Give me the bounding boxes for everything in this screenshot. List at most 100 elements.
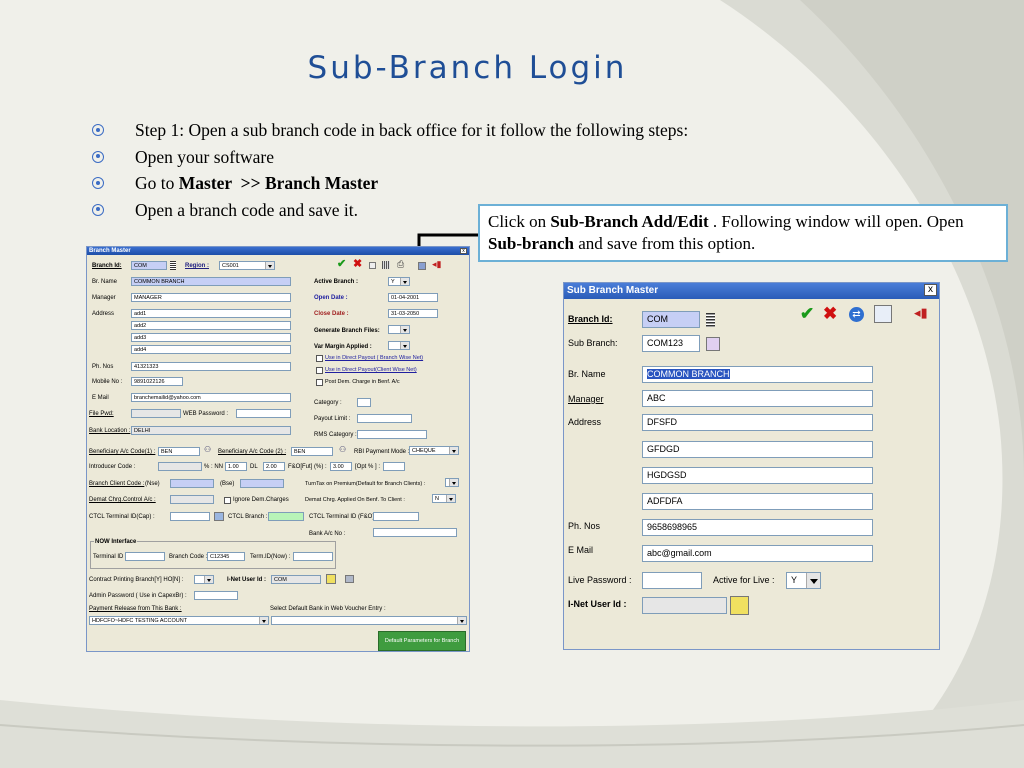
direct-payout-client-checkbox[interactable]	[316, 367, 323, 374]
region-select[interactable]: CS001	[219, 261, 275, 270]
turntax-select[interactable]	[445, 478, 459, 487]
manager-input[interactable]: MANAGER	[131, 293, 291, 302]
bank-ac-input[interactable]	[373, 528, 457, 537]
region-value: CS001	[222, 263, 239, 269]
term-id-now-input[interactable]	[293, 552, 333, 561]
address-line-4[interactable]: add4	[131, 345, 291, 354]
check-icon[interactable]: ✔	[800, 305, 814, 322]
lookup-icon[interactable]	[706, 337, 720, 351]
file-pwd-label: File Pwd:	[89, 411, 114, 417]
sb-live-password-input[interactable]	[642, 572, 702, 589]
user-lookup-icon[interactable]	[326, 574, 336, 584]
payment-bank-select[interactable]: HDFCFO~HDFC TESTING ACCOUNT	[89, 616, 269, 625]
sb-manager-input[interactable]: ABC	[642, 390, 873, 407]
check-icon[interactable]: ✔	[337, 259, 346, 270]
document-icon[interactable]	[369, 262, 376, 269]
ph-nos-input[interactable]: 41321323	[131, 362, 291, 371]
file-pwd-input[interactable]	[131, 409, 181, 418]
default-parameters-button[interactable]: Default Parameters for Branch	[378, 631, 466, 651]
web-password-input[interactable]	[236, 409, 291, 418]
ctcl-cap-input[interactable]	[170, 512, 210, 521]
pct-nn-input[interactable]: 1.00	[225, 462, 247, 471]
calculator-icon[interactable]	[345, 575, 354, 583]
category-input[interactable]	[357, 398, 371, 407]
sb-address-line-3[interactable]: HGDGSD	[642, 467, 873, 484]
sb-ph-nos-input[interactable]: 9658698965	[642, 519, 873, 536]
demat-applied-select[interactable]: N	[432, 494, 456, 503]
cross-icon[interactable]: ✖	[353, 259, 362, 270]
document-icon[interactable]	[874, 305, 892, 323]
bse-label: (Bse)	[220, 481, 235, 487]
dl-input[interactable]: 2.00	[263, 462, 285, 471]
bullet-bold-master: Master	[178, 173, 232, 193]
callout-bold-sub-branch-add-edit: Sub-Branch Add/Edit	[550, 212, 709, 231]
introducer-input[interactable]	[158, 462, 202, 471]
address-line-2[interactable]: add2	[131, 321, 291, 330]
fo-label: F&O[Fut] (%) :	[288, 464, 327, 470]
sb-branch-id-input[interactable]: COM	[642, 311, 700, 328]
exit-door-icon[interactable]: ◂▮	[432, 260, 441, 269]
inet-input[interactable]: COM	[271, 575, 321, 584]
sb-email-input[interactable]: abc@gmail.com	[642, 545, 873, 562]
lookup-icon[interactable]: ⚇	[339, 446, 346, 454]
list-icon[interactable]	[706, 313, 715, 327]
bullet-text: Open your software	[135, 146, 274, 167]
list-icon[interactable]	[382, 261, 390, 269]
exit-door-icon[interactable]: ◂▮	[914, 306, 928, 319]
fo-input[interactable]: 3.00	[330, 462, 352, 471]
chevron-down-icon	[457, 617, 466, 624]
callout-box: Click on Sub-Branch Add/Edit . Following…	[478, 204, 1008, 262]
demat-applied-value: N	[435, 496, 439, 502]
sub-branch-add-edit-icon[interactable]	[418, 262, 426, 270]
print-icon[interactable]: ⎙	[397, 260, 404, 269]
refresh-icon[interactable]: ⇄	[849, 307, 864, 322]
sb-address-line-2[interactable]: GFDGD	[642, 441, 873, 458]
ctcl-fo-input[interactable]	[373, 512, 419, 521]
benef1-input[interactable]: BEN	[158, 447, 200, 456]
rbi-mode-select[interactable]: CHEQUE	[409, 446, 459, 455]
open-date-input[interactable]: 01-04-2001	[388, 293, 438, 302]
branch-code-input[interactable]: C12345	[207, 552, 245, 561]
sb-active-live-select[interactable]: Y	[786, 572, 821, 589]
post-dem-checkbox[interactable]	[316, 379, 323, 386]
branch-id-input[interactable]: COM	[131, 261, 167, 270]
rms-category-input[interactable]	[357, 430, 427, 439]
generate-files-select[interactable]	[388, 325, 410, 334]
user-lookup-icon[interactable]	[730, 596, 749, 615]
ctcl-cap-label: CTCL Terminal ID(Cap) :	[89, 514, 155, 520]
direct-payout-checkbox[interactable]	[316, 355, 323, 362]
bank-location-input[interactable]: DELHI	[131, 426, 291, 435]
address-line-3[interactable]: add3	[131, 333, 291, 342]
payout-limit-input[interactable]	[357, 414, 412, 423]
branch-client-nse-input[interactable]	[170, 479, 214, 488]
branch-client-bse-input[interactable]	[240, 479, 284, 488]
sb-address-line-1[interactable]: DFSFD	[642, 414, 873, 431]
active-branch-select[interactable]: Y	[388, 277, 410, 286]
br-name-input[interactable]: COMMON BRANCH	[131, 277, 291, 286]
close-icon[interactable]: x	[924, 284, 937, 296]
terminal-id-label: Terminal ID :	[93, 554, 127, 560]
opt-input[interactable]	[383, 462, 405, 471]
mobile-input[interactable]: 9891022126	[131, 377, 183, 386]
calendar-icon[interactable]	[214, 512, 224, 521]
address-line-1[interactable]: add1	[131, 309, 291, 318]
sb-br-name-input[interactable]: COMMON BRANCH	[642, 366, 873, 383]
cross-icon[interactable]: ✖	[823, 305, 837, 322]
email-input[interactable]: branchemailid@yahoo.com	[131, 393, 291, 402]
ctcl-branch-input[interactable]	[268, 512, 304, 521]
demat-ac-input[interactable]	[170, 495, 214, 504]
list-icon[interactable]	[170, 261, 176, 270]
contract-printing-select[interactable]	[194, 575, 214, 584]
terminal-id-input[interactable]	[125, 552, 165, 561]
close-icon[interactable]: x	[460, 248, 467, 254]
ignore-dem-checkbox[interactable]	[224, 497, 231, 504]
sb-sub-branch-input[interactable]: COM123	[642, 335, 700, 352]
benef2-input[interactable]: BEN	[291, 447, 333, 456]
admin-password-input[interactable]	[194, 591, 238, 600]
close-date-input[interactable]: 31-03-2050	[388, 309, 438, 318]
web-voucher-bank-select[interactable]	[271, 616, 467, 625]
var-margin-select[interactable]	[388, 341, 410, 350]
sb-inet-input[interactable]	[642, 597, 727, 614]
sb-address-line-4[interactable]: ADFDFA	[642, 493, 873, 510]
lookup-icon[interactable]: ⚇	[204, 446, 211, 454]
